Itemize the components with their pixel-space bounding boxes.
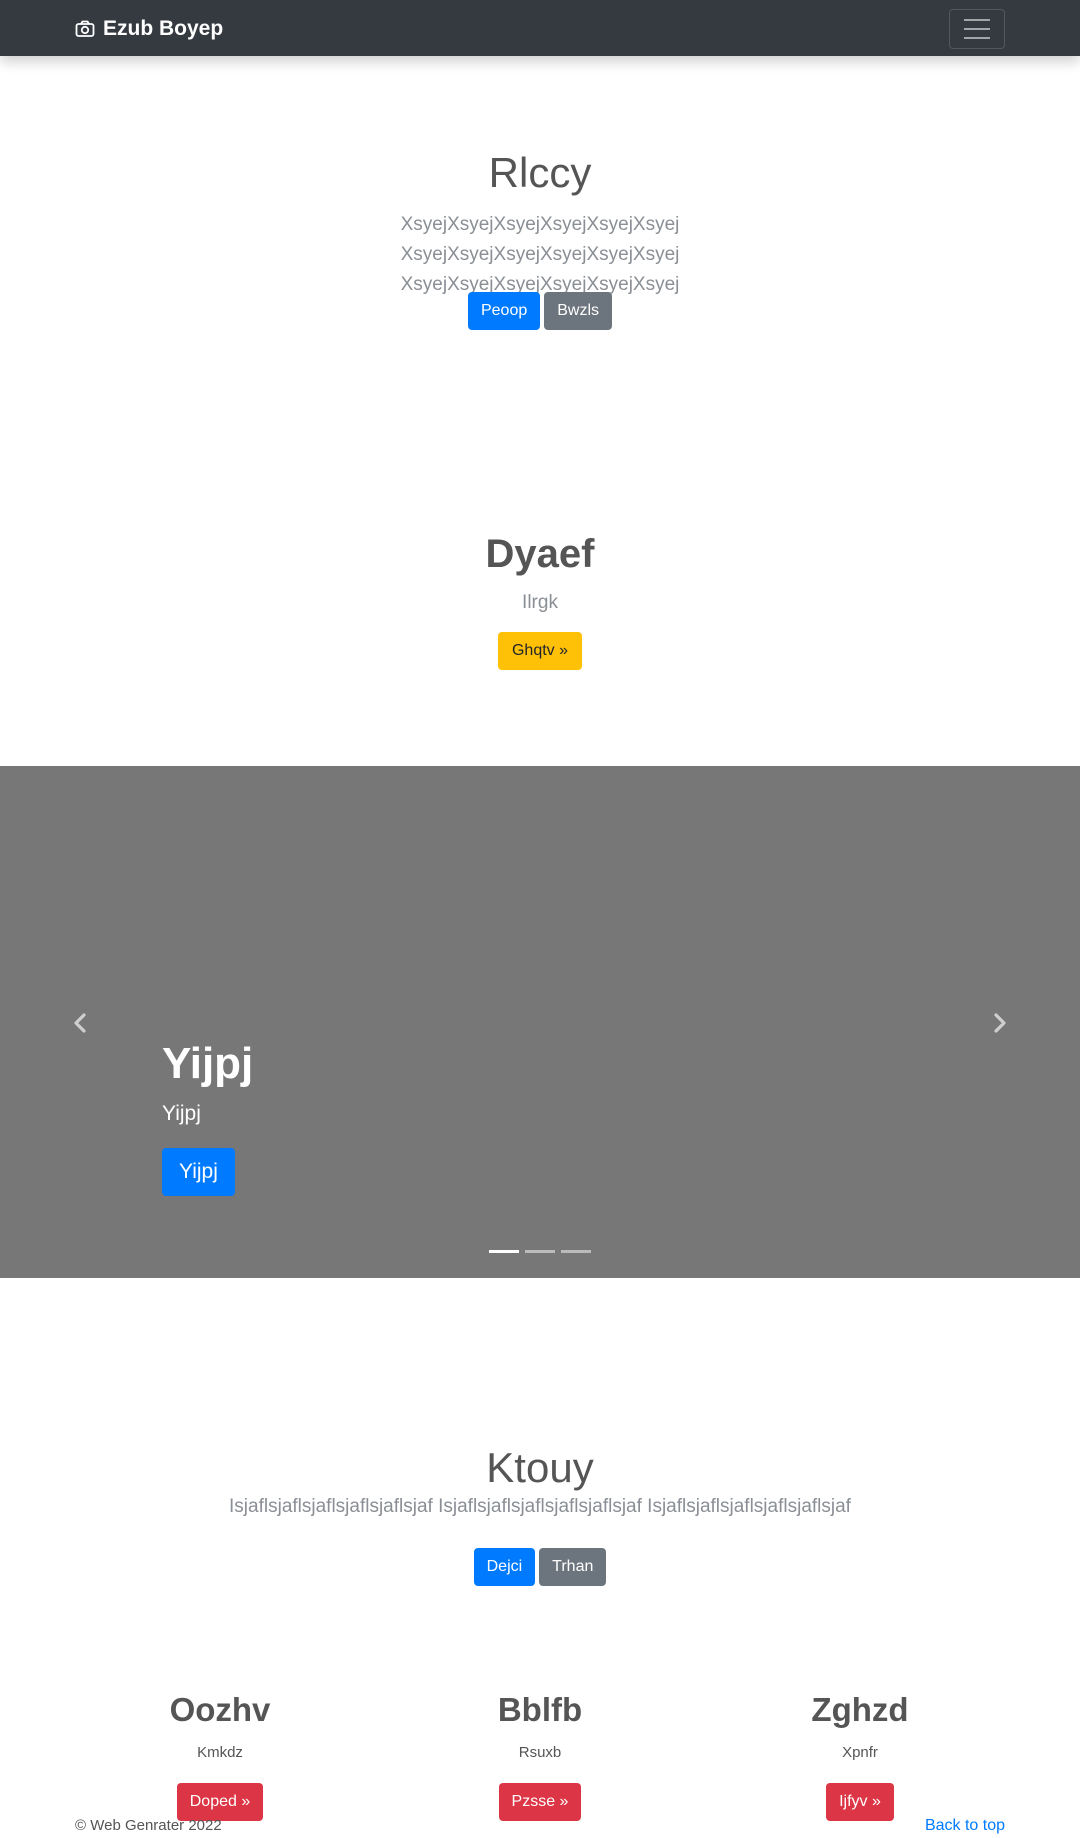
carousel-indicator-2[interactable] — [525, 1250, 555, 1253]
carousel-subtitle: Yijpj — [162, 1102, 201, 1126]
carousel: Yijpj Yijpj Yijpj — [0, 766, 1080, 1278]
carousel-prev-button[interactable] — [66, 1008, 96, 1038]
feature-column-button[interactable]: Ijfyv » — [826, 1783, 894, 1821]
feature-column-3: Zghzd Xpnfr Ijfyv » — [710, 1690, 1010, 1821]
navbar-brand[interactable]: Ezub Boyep — [75, 16, 223, 42]
feature-column-1: Oozhv Kmkdz Doped » — [70, 1690, 370, 1821]
carousel-indicators — [0, 1250, 1080, 1253]
feature-column-title: Zghzd — [811, 1691, 909, 1728]
carousel-indicator-3[interactable] — [561, 1250, 591, 1253]
chevron-left-icon — [74, 1013, 86, 1033]
footer-copyright: © Web Genrater 2022 — [75, 1817, 222, 1834]
feature-column-title: Bblfb — [497, 1691, 583, 1728]
feature-column-button[interactable]: Doped » — [176, 1783, 264, 1821]
feature-column-subtitle: Kmkdz — [197, 1744, 243, 1761]
section3-secondary-button[interactable]: Trhan — [539, 1548, 607, 1586]
carousel-next-button[interactable] — [984, 1008, 1014, 1038]
carousel-button[interactable]: Yijpj — [162, 1148, 235, 1197]
section3-primary-button[interactable]: Dejci — [473, 1548, 536, 1586]
carousel-title: Yijpj — [162, 1039, 254, 1088]
navbar-toggler-button[interactable] — [949, 9, 1005, 49]
navbar: Ezub Boyep — [0, 0, 1080, 56]
carousel-caption: Yijpj Yijpj Yijpj — [162, 1039, 254, 1197]
feature-column-subtitle: Xpnfr — [842, 1744, 878, 1761]
section2-button[interactable]: Ghqtv » — [497, 632, 583, 670]
section2-title: Dyaef — [485, 532, 595, 576]
section1-lead: XsyejXsyejXsyejXsyejXsyejXsyej XsyejXsye… — [400, 214, 680, 295]
section2-button-wrap: Ghqtv » — [0, 632, 1080, 670]
carousel-indicator-1[interactable] — [489, 1250, 519, 1253]
feature-column-title: Oozhv — [169, 1691, 271, 1728]
section2-subtitle: Ilrgk — [522, 592, 558, 613]
section1-title: Rlccy — [488, 149, 592, 196]
camera-icon — [75, 20, 95, 38]
feature-column-button[interactable]: Pzsse » — [498, 1783, 582, 1821]
brand-label: Ezub Boyep — [103, 17, 224, 40]
section3-buttons: Dejci Trhan — [0, 1548, 1080, 1586]
feature-column-2: Bblfb Rsuxb Pzsse » — [390, 1690, 690, 1821]
section1-primary-button[interactable]: Peoop — [467, 292, 541, 330]
section3-lead: Isjaflsjaflsjaflsjaflsjaflsjaf Isjaflsja… — [229, 1496, 851, 1517]
section1-secondary-button[interactable]: Bwzls — [544, 292, 613, 330]
hamburger-icon — [964, 19, 990, 21]
chevron-right-icon — [994, 1013, 1006, 1033]
section1-buttons: Peoop Bwzls — [0, 292, 1080, 330]
feature-column-subtitle: Rsuxb — [518, 1744, 562, 1761]
section3-title: Ktouy — [486, 1444, 594, 1491]
back-to-top-link[interactable]: Back to top — [925, 1817, 1005, 1835]
